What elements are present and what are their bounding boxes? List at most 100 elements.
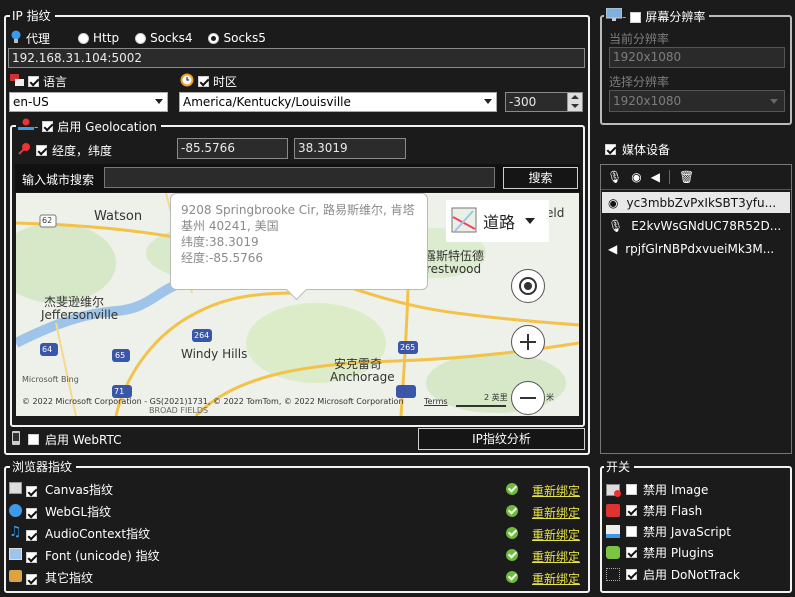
language-checkbox[interactable]	[28, 76, 39, 87]
media-device-item[interactable]: ◉ yc3mbbZvPxIkSBT3yfu...	[602, 192, 790, 213]
audiocontext-label: AudioContext指纹	[45, 527, 151, 541]
road-label: 62	[42, 216, 53, 225]
map-type-icon	[451, 207, 477, 236]
map-type-label: 道路	[483, 213, 516, 232]
webgl-rebind-link[interactable]: 重新绑定	[532, 504, 580, 521]
proxy-socks5-radio[interactable]	[208, 32, 220, 44]
map-type-selector[interactable]: 道路	[446, 200, 549, 242]
bulb-icon	[10, 30, 22, 47]
timezone-checkbox[interactable]	[198, 76, 209, 87]
flash-icon	[606, 504, 620, 517]
font-label: Font (unicode) 指纹	[45, 549, 160, 563]
audiocontext-checkbox[interactable]	[26, 530, 37, 541]
ip-fingerprint-title: IP 指纹	[10, 8, 55, 24]
map-terms-link[interactable]: Terms	[424, 397, 448, 406]
select-resolution-label: 选择分辨率	[609, 75, 670, 89]
check-ok-icon	[505, 527, 518, 539]
proxy-address-input[interactable]: 192.168.31.104:5002	[8, 48, 585, 68]
switch-row-flash: 禁用 Flash	[606, 502, 702, 519]
coords-checkbox[interactable]	[36, 145, 47, 156]
donottrack-checkbox[interactable]	[626, 569, 637, 580]
current-resolution-label: 当前分辨率	[609, 32, 670, 46]
timezone-select[interactable]: America/Kentucky/Louisville	[179, 92, 497, 112]
browser-fingerprint-title: 浏览器指纹	[10, 459, 77, 475]
timezone-offset-spinner[interactable]: -300	[505, 92, 583, 112]
fingerprint-row-canvas: Canvas指纹 重新绑定	[9, 480, 581, 498]
check-ok-icon	[505, 549, 518, 561]
trash-icon[interactable]: 🗑	[679, 170, 694, 184]
image-icon	[606, 483, 621, 497]
map-view[interactable]: 62 64 65 264 265 71 Watson 杰斐逊维尔 Jeffers…	[16, 193, 579, 416]
speaker-icon[interactable]: ◀	[651, 170, 660, 184]
media-devices-header: 媒体设备	[605, 141, 670, 158]
latitude-input[interactable]: 38.3019	[294, 138, 406, 159]
zoom-in-button[interactable]	[511, 325, 545, 359]
disable-javascript-label: 禁用 JavaScript	[643, 525, 731, 539]
city-search-button[interactable]: 搜索	[503, 167, 578, 189]
coords-label: 经度，纬度	[52, 144, 113, 158]
webcam-icon[interactable]: ◉	[631, 170, 641, 184]
disable-plugins-checkbox[interactable]	[626, 547, 637, 558]
other-checkbox[interactable]	[26, 574, 37, 585]
media-devices-title: 媒体设备	[622, 143, 671, 157]
language-select[interactable]: en-US	[9, 92, 168, 112]
check-ok-icon	[505, 483, 518, 495]
canvas-label: Canvas指纹	[45, 483, 114, 497]
proxy-http-radio[interactable]	[78, 32, 90, 44]
webgl-checkbox[interactable]	[26, 508, 37, 519]
map-place-label: Anchorage	[330, 370, 395, 384]
locate-me-button[interactable]	[511, 269, 545, 303]
canvas-checkbox[interactable]	[26, 486, 37, 497]
media-devices-checkbox[interactable]	[605, 144, 616, 155]
city-search-input[interactable]	[104, 167, 495, 188]
disable-flash-checkbox[interactable]	[626, 505, 637, 516]
disable-image-checkbox[interactable]	[626, 484, 637, 495]
plugin-icon	[606, 546, 620, 559]
other-rebind-link[interactable]: 重新绑定	[532, 570, 580, 587]
geolocation-checkbox[interactable]	[42, 121, 54, 132]
disable-plugins-label: 禁用 Plugins	[643, 546, 714, 560]
road-label: 65	[115, 351, 126, 360]
bing-logo: Microsoft Bing	[22, 375, 79, 384]
screen-resolution-checkbox[interactable]	[630, 11, 642, 23]
audiocontext-rebind-link[interactable]: 重新绑定	[532, 526, 580, 543]
chevron-down-icon	[770, 99, 778, 104]
media-device-item[interactable]: ◀ rpjfGlrNBPdxvueiMk3M...	[602, 238, 790, 259]
spinner-arrows[interactable]	[567, 93, 582, 111]
road-label: 64	[42, 345, 53, 354]
canvas-rebind-link[interactable]: 重新绑定	[532, 482, 580, 499]
chevron-down-icon	[484, 99, 492, 104]
font-rebind-link[interactable]: 重新绑定	[532, 548, 580, 565]
switch-row-donottrack: 启用 DoNotTrack	[606, 566, 740, 583]
timezone-row: 时区	[180, 73, 237, 90]
longitude-input[interactable]: -85.5766	[177, 138, 288, 159]
timezone-label: 时区	[213, 75, 238, 89]
other-label: 其它指纹	[45, 571, 94, 585]
microphone-icon[interactable]: 🎙	[607, 170, 622, 184]
minus-icon	[520, 397, 536, 399]
language-row: 语言	[10, 73, 67, 90]
map-place-label: Windy Hills	[181, 347, 248, 361]
road-label: 264	[194, 331, 210, 340]
city-search-bar: 输入城市搜索 搜索	[15, 164, 580, 192]
language-label: 语言	[43, 75, 68, 89]
font-checkbox[interactable]	[26, 552, 37, 563]
proxy-socks4-radio[interactable]	[135, 32, 147, 44]
popup-address: 9208 Springbrooke Cir, 路易斯维尔, 肯塔基州 40241…	[181, 203, 415, 233]
webrtc-checkbox[interactable]	[28, 434, 39, 445]
donottrack-label: 启用 DoNotTrack	[643, 568, 740, 582]
disable-javascript-checkbox[interactable]	[626, 526, 637, 537]
resolution-select[interactable]: 1920x1080	[609, 90, 785, 112]
popup-latitude: 纬度:38.3019	[181, 235, 259, 249]
ip-analyze-button[interactable]: IP指纹分析	[418, 428, 585, 450]
microphone-icon: 🎙	[608, 218, 624, 233]
disable-flash-label: 禁用 Flash	[643, 504, 703, 518]
proxy-http-label: Http	[93, 31, 120, 45]
webrtc-label: 启用 WebRTC	[45, 433, 122, 447]
zoom-out-button[interactable]	[511, 381, 545, 415]
font-icon	[9, 548, 22, 560]
map-place-label: BROAD FIELDS	[149, 406, 209, 415]
map-scale-bar	[456, 405, 506, 407]
map-place-label: restwood	[426, 262, 482, 276]
media-device-item[interactable]: 🎙 E2kvWsGNdUC78R52D...	[602, 215, 790, 236]
